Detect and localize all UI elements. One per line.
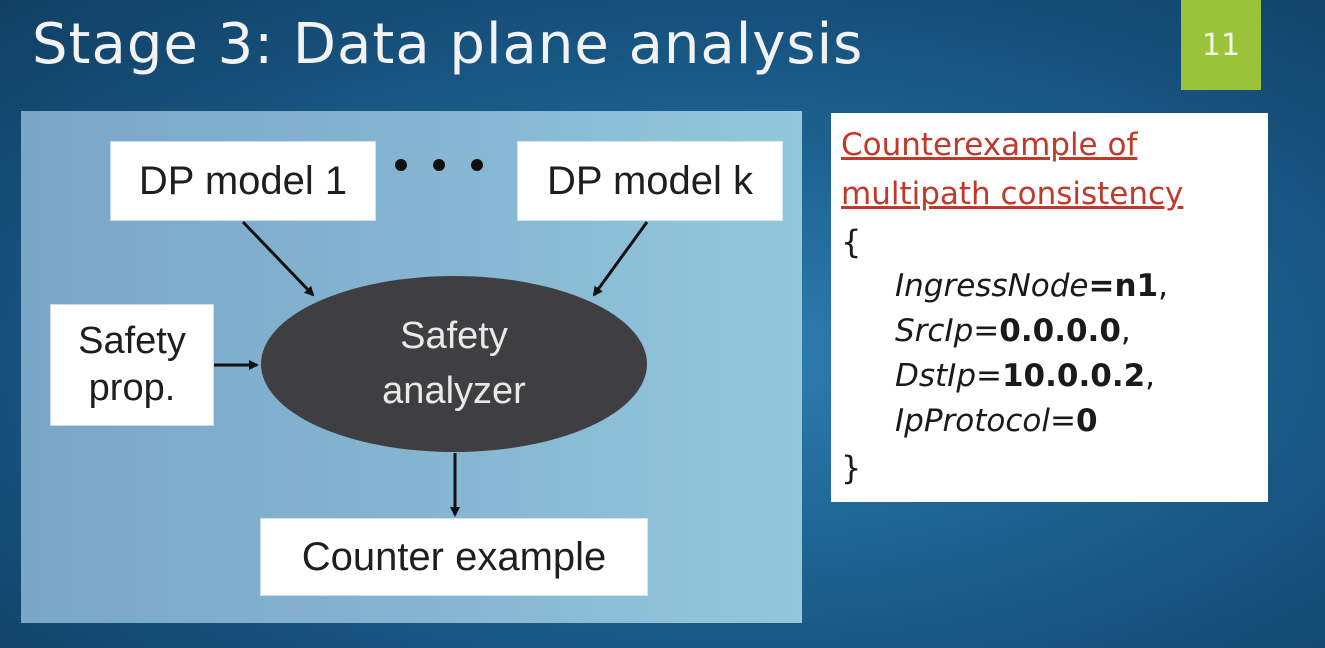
field-row: IpProtocol=0 <box>895 403 1098 439</box>
field-value: 0 <box>1075 403 1098 439</box>
arrow-dp1-to-analyzer <box>241 220 315 297</box>
field-sep: , <box>1158 268 1168 304</box>
arrow-dpk-to-analyzer <box>592 221 649 297</box>
slide-title: Stage 3: Data plane analysis <box>32 12 864 77</box>
counterexample-heading: Counterexample of multipath consistency <box>841 121 1261 219</box>
field-value: 0.0.0.0 <box>999 313 1121 349</box>
heading-line2: multipath consistency <box>841 176 1184 212</box>
arrows-layer <box>214 220 649 517</box>
field-eq: = <box>1049 403 1076 439</box>
field-row: SrcIp=0.0.0.0, <box>895 313 1131 349</box>
slide-number-badge: 11 <box>1181 0 1261 90</box>
field-key: DstIp <box>895 358 976 394</box>
open-brace: { <box>841 223 862 261</box>
counterexample-panel: Counterexample of multipath consistency … <box>831 113 1268 502</box>
field-eq: = <box>1088 268 1115 304</box>
field-row: DstIp=10.0.0.2, <box>895 358 1155 394</box>
field-sep: , <box>1145 358 1156 394</box>
field-value: 10.0.0.2 <box>1001 358 1146 394</box>
flow-diagram: DP model 1 DP model k Safety prop. Safet… <box>21 111 802 623</box>
field-eq: = <box>976 358 1002 394</box>
field-sep: , <box>1120 313 1131 349</box>
field-key: IpProtocol <box>895 403 1050 439</box>
field-row: IngressNode=n1, <box>895 268 1168 304</box>
close-brace: } <box>841 449 862 487</box>
field-eq: = <box>973 313 1000 349</box>
field-key: SrcIp <box>895 313 974 349</box>
heading-line1: Counterexample of <box>841 127 1138 163</box>
field-value: n1 <box>1114 268 1159 304</box>
field-key: IngressNode <box>895 268 1089 304</box>
